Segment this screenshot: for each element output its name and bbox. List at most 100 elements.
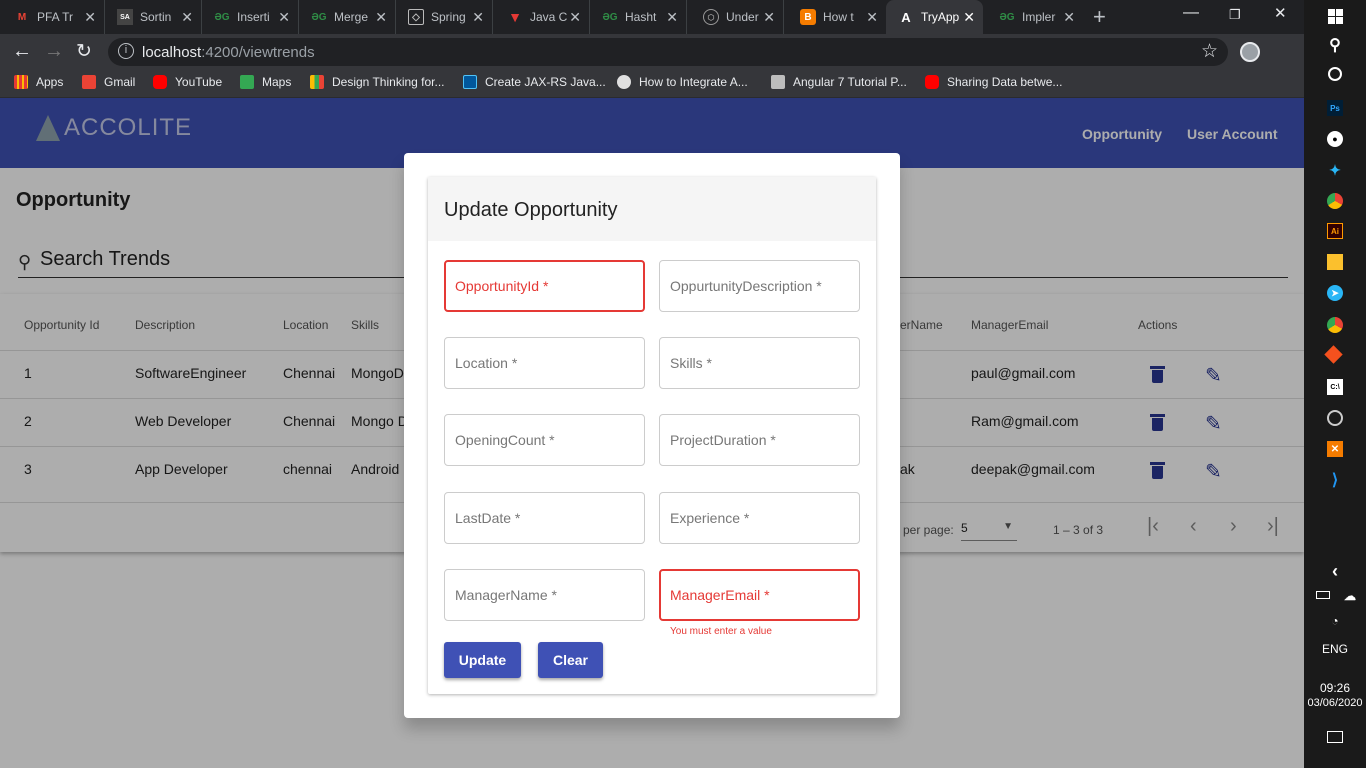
reload-icon[interactable]: ↻ — [76, 40, 92, 63]
chrome-icon[interactable] — [1327, 193, 1343, 209]
tab-3[interactable]: ƏG Merge ✕ — [299, 0, 396, 34]
new-tab-icon[interactable]: + — [1093, 4, 1106, 30]
close-tab-icon[interactable]: ✕ — [569, 9, 581, 26]
file-explorer-icon[interactable] — [1327, 254, 1343, 270]
bookmark-maps[interactable]: Maps — [240, 75, 291, 89]
field-label: ProjectDuration * — [670, 432, 776, 448]
manager-email-field[interactable]: ManagerEmail * — [659, 569, 860, 621]
tab-7[interactable]: ⬡ Under ✕ — [687, 0, 784, 34]
tab-strip: M PFA Tr ✕ SA Sortin ✕ ƏG Inserti ✕ ƏG Merge ✕ ◇… — [0, 0, 1304, 34]
cmd-icon[interactable]: C:\ — [1327, 379, 1343, 395]
close-tab-icon[interactable]: ✕ — [278, 9, 290, 26]
tab-title: Hasht — [625, 10, 657, 24]
youtube-icon — [925, 75, 939, 89]
skills-field[interactable]: Skills * — [659, 337, 860, 389]
tab-9-active[interactable]: A TryApp ✕ — [886, 0, 983, 34]
location-field[interactable]: Location * — [444, 337, 645, 389]
project-duration-field[interactable]: ProjectDuration * — [659, 414, 860, 466]
share-icon[interactable]: ✦ — [1327, 162, 1343, 178]
xampp-icon[interactable]: ✕ — [1327, 441, 1343, 457]
close-window-icon[interactable]: ✕ — [1274, 4, 1287, 22]
tab-8[interactable]: B How t ✕ — [784, 0, 886, 34]
opportunity-id-field[interactable]: OpportunityId * — [444, 260, 645, 312]
git-icon[interactable] — [1324, 345, 1343, 364]
address-bar[interactable]: i localhost:4200/viewtrends ☆ — [108, 38, 1228, 66]
minimize-icon[interactable]: — — [1183, 4, 1199, 22]
bookmark-label: Create JAX-RS Java... — [485, 75, 606, 89]
obs-icon[interactable]: ● — [1327, 131, 1343, 147]
gfg-icon: ƏG — [602, 11, 618, 23]
tab-0[interactable]: M PFA Tr ✕ — [0, 0, 105, 34]
settings-gear-icon[interactable] — [1327, 410, 1343, 426]
bookmark-design-thinking[interactable]: Design Thinking for... — [310, 75, 445, 89]
last-date-field[interactable]: LastDate * — [444, 492, 645, 544]
battery-icon[interactable] — [1316, 591, 1330, 599]
bookmark-angular-tutorial[interactable]: Angular 7 Tutorial P... — [771, 75, 907, 89]
bookmark-jax-rs[interactable]: Create JAX-RS Java... — [463, 75, 606, 89]
gfg-icon: ƏG — [214, 11, 230, 23]
opportunity-description-field[interactable]: OppurtunityDescription * — [659, 260, 860, 312]
close-tab-icon[interactable]: ✕ — [375, 9, 387, 26]
close-tab-icon[interactable]: ✕ — [472, 9, 484, 26]
url-host: localhost — [142, 44, 202, 61]
bookmark-label: How to Integrate A... — [639, 75, 748, 89]
close-tab-icon[interactable]: ✕ — [763, 9, 775, 26]
url-path: :4200/viewtrends — [201, 44, 315, 61]
wifi-icon[interactable]: ◔ — [1327, 613, 1343, 629]
windows-start-icon[interactable] — [1327, 8, 1343, 24]
tab-title: Inserti — [237, 10, 270, 24]
back-icon[interactable]: ← — [12, 40, 32, 63]
opening-count-field[interactable]: OpeningCount * — [444, 414, 645, 466]
close-tab-icon[interactable]: ✕ — [1063, 9, 1075, 26]
close-tab-icon[interactable]: ✕ — [963, 9, 975, 26]
tab-5[interactable]: ▼ Java C ✕ — [493, 0, 590, 34]
dialog-card: Update Opportunity OpportunityId * Oppur… — [428, 177, 876, 694]
bookmark-apps[interactable]: Apps — [14, 75, 63, 89]
bookmark-label: Maps — [262, 75, 292, 89]
update-button[interactable]: Update — [444, 642, 521, 678]
gmail-icon: M — [17, 11, 27, 23]
angular-icon: A — [901, 9, 911, 25]
bookmark-sharing-data[interactable]: Sharing Data betwe... — [925, 75, 1062, 89]
clear-button[interactable]: Clear — [538, 642, 603, 678]
photoshop-icon[interactable]: Ps — [1327, 100, 1343, 116]
tab-2[interactable]: ƏG Inserti ✕ — [202, 0, 299, 34]
dialog-title: Update Opportunity — [444, 199, 618, 221]
youtube-icon — [153, 75, 167, 89]
chrome-active-icon[interactable] — [1327, 317, 1343, 333]
onedrive-icon[interactable]: ☁ — [1342, 588, 1358, 604]
url-text[interactable]: localhost:4200/viewtrends — [142, 44, 315, 61]
bookmark-youtube[interactable]: YouTube — [153, 75, 222, 89]
notification-icon[interactable] — [1327, 731, 1343, 743]
clock-time[interactable]: 09:26 — [1304, 681, 1366, 695]
close-tab-icon[interactable]: ✕ — [84, 9, 96, 26]
vscode-icon[interactable]: ⟩ — [1327, 472, 1343, 489]
restore-icon[interactable]: ❐ — [1229, 7, 1241, 23]
bookmark-integrate[interactable]: How to Integrate A... — [617, 75, 748, 89]
field-label: OpeningCount * — [455, 432, 555, 448]
forward-icon[interactable]: → — [44, 40, 64, 63]
tab-10[interactable]: ƏG Impler ✕ — [983, 0, 1083, 34]
cortana-icon[interactable] — [1328, 67, 1342, 81]
globe-icon: ⬡ — [703, 9, 719, 25]
experience-field[interactable]: Experience * — [659, 492, 860, 544]
language-indicator[interactable]: ENG — [1304, 642, 1366, 656]
tab-1[interactable]: SA Sortin ✕ — [105, 0, 202, 34]
info-icon[interactable]: i — [118, 43, 134, 59]
tab-4[interactable]: ◇ Spring ✕ — [396, 0, 493, 34]
clock-date[interactable]: 03/06/2020 — [1304, 697, 1366, 709]
spring-icon: ◇ — [408, 9, 424, 25]
profile-avatar[interactable] — [1240, 42, 1260, 62]
search-icon[interactable]: ⚲ — [1327, 37, 1343, 54]
bookmark-gmail[interactable]: Gmail — [82, 75, 135, 89]
close-tab-icon[interactable]: ✕ — [866, 9, 878, 26]
bookmark-star-icon[interactable]: ☆ — [1201, 40, 1218, 63]
close-tab-icon[interactable]: ✕ — [666, 9, 678, 26]
manager-name-field[interactable]: ManagerName * — [444, 569, 645, 621]
illustrator-icon[interactable]: Ai — [1327, 223, 1343, 239]
telegram-icon[interactable]: ➤ — [1327, 285, 1343, 301]
chevron-left-icon[interactable]: ‹ — [1327, 561, 1343, 581]
tab-6[interactable]: ƏG Hasht ✕ — [590, 0, 687, 34]
close-tab-icon[interactable]: ✕ — [181, 9, 193, 26]
tab-title: PFA Tr — [37, 10, 74, 24]
